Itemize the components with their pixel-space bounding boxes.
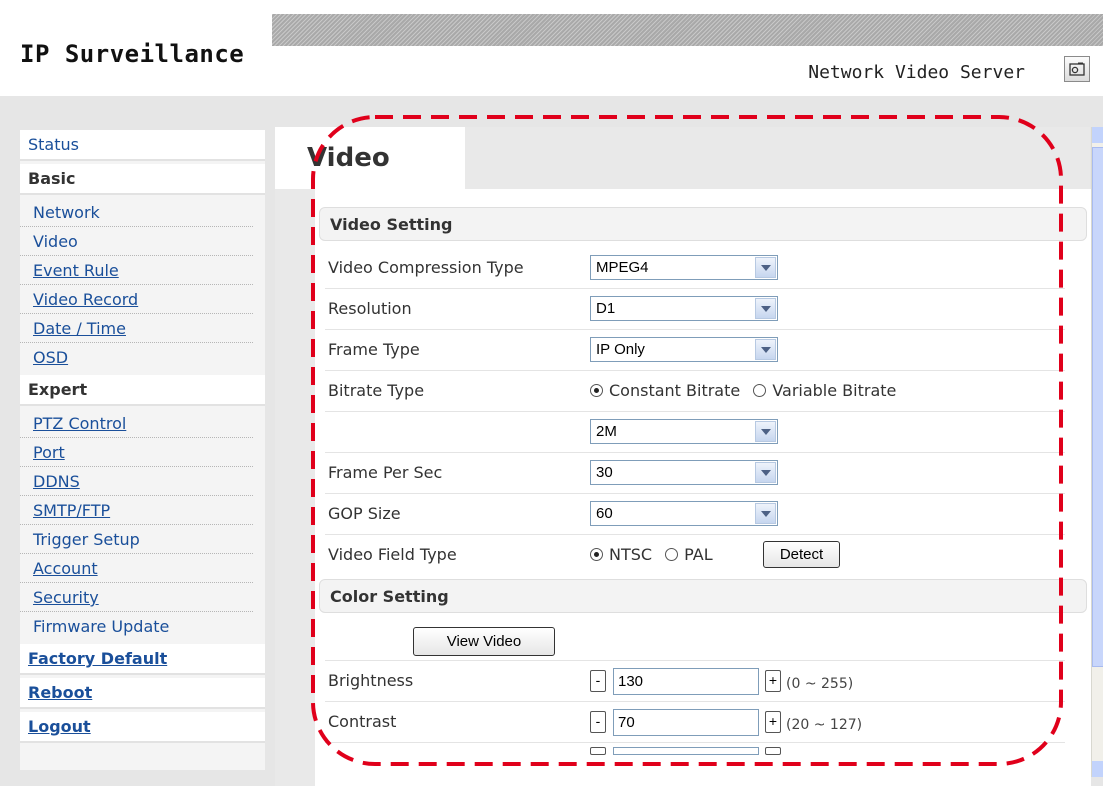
compression-row: Video Compression Type MPEG4 [325, 248, 1065, 289]
contrast-decrease-button[interactable]: - [590, 711, 606, 733]
resolution-select[interactable]: D1 [590, 296, 778, 321]
bitrate-type-radio-group: Constant Bitrate Variable Bitrate [590, 371, 896, 411]
sidebar-item-date-time[interactable]: Date / Time [20, 314, 253, 343]
page-tab: Video [275, 127, 465, 189]
sidebar-item-event-rule[interactable]: Event Rule [20, 256, 253, 285]
camera-snapshot-button[interactable] [1064, 56, 1090, 82]
sidebar-item-account[interactable]: Account [20, 554, 253, 583]
compression-value: MPEG4 [596, 259, 649, 276]
sidebar-item-video-record[interactable]: Video Record [20, 285, 253, 314]
gop-row: GOP Size 60 [325, 494, 1065, 535]
scroll-thumb[interactable] [1092, 147, 1103, 667]
contrast-label: Contrast [328, 712, 397, 731]
bitrate-value-row: 2M [325, 412, 1065, 453]
sidebar-item-factory-default[interactable]: Factory Default [20, 644, 265, 675]
view-video-button[interactable]: View Video [413, 627, 555, 656]
chevron-down-icon[interactable] [755, 503, 776, 524]
contrast-input[interactable]: 70 [613, 709, 759, 736]
sidebar-item-osd[interactable]: OSD [20, 343, 253, 372]
scroll-down-icon[interactable] [1092, 761, 1103, 777]
chevron-down-icon[interactable] [755, 257, 776, 278]
page-scrollbar[interactable] [1091, 127, 1103, 777]
partial-decrease-button[interactable] [590, 747, 606, 755]
settings-panel: Video Setting Video Compression Type MPE… [315, 189, 1091, 789]
fps-value: 30 [596, 464, 613, 481]
ntsc-label: NTSC [609, 545, 653, 564]
bitrate-value: 2M [596, 423, 617, 440]
page-title: Video [307, 143, 390, 173]
view-video-row: View Video [325, 620, 1065, 661]
sidebar-item-trigger-setup[interactable]: Trigger Setup [20, 525, 253, 554]
frame-type-label: Frame Type [328, 340, 420, 359]
brand-title: IP Surveillance [20, 40, 245, 68]
partial-input[interactable] [613, 747, 759, 755]
sidebar-item-ptz-control[interactable]: PTZ Control [20, 409, 253, 438]
pal-label: PAL [684, 545, 713, 564]
compression-label: Video Compression Type [328, 258, 524, 277]
partial-increase-button[interactable] [765, 747, 781, 755]
brightness-increase-button[interactable]: + [765, 670, 781, 692]
sidebar-item-ddns[interactable]: DDNS [20, 467, 253, 496]
bitrate-constant-label: Constant Bitrate [609, 381, 741, 400]
resolution-value: D1 [596, 300, 616, 317]
brightness-range: (0 ~ 255) [786, 676, 854, 692]
field-type-row: Video Field Type NTSC PAL Detect [325, 535, 1065, 575]
bitrate-type-label: Bitrate Type [328, 381, 425, 400]
brightness-label: Brightness [328, 671, 414, 690]
sidebar-item-firmware-update[interactable]: Firmware Update [20, 612, 253, 641]
sidebar-section-basic[interactable]: Basic [20, 164, 265, 195]
frame-type-value: IP Only [596, 341, 645, 358]
gop-value: 60 [596, 505, 613, 522]
gop-select[interactable]: 60 [590, 501, 778, 526]
fps-label: Frame Per Sec [328, 463, 443, 482]
bitrate-select[interactable]: 2M [590, 419, 778, 444]
sidebar-section-expert[interactable]: Expert [20, 375, 265, 406]
product-name: Network Video Server [808, 62, 1025, 83]
field-type-radio-group: NTSC PAL [590, 535, 713, 575]
sidebar-item-security[interactable]: Security [20, 583, 253, 612]
sidebar-item-reboot[interactable]: Reboot [20, 678, 265, 709]
resolution-row: Resolution D1 [325, 289, 1065, 330]
sidebar-item-network[interactable]: Network [20, 198, 253, 227]
chevron-down-icon[interactable] [755, 462, 776, 483]
bitrate-constant-radio[interactable] [590, 384, 603, 397]
fps-row: Frame Per Sec 30 [325, 453, 1065, 494]
next-row-partial [325, 743, 1065, 783]
brightness-row: Brightness - 130 + (0 ~ 255) [325, 661, 1065, 702]
header-decoration [272, 14, 1103, 46]
ntsc-radio[interactable] [590, 548, 603, 561]
detect-button[interactable]: Detect [763, 541, 840, 568]
fps-select[interactable]: 30 [590, 460, 778, 485]
bitrate-type-row: Bitrate Type Constant Bitrate Variable B… [325, 371, 1065, 412]
sidebar-nav: Status Basic Network Video Event Rule Vi… [20, 130, 265, 770]
contrast-range: (20 ~ 127) [786, 717, 863, 733]
color-setting-header: Color Setting [319, 579, 1087, 613]
sidebar-item-logout[interactable]: Logout [20, 712, 265, 743]
sidebar-item-status[interactable]: Status [20, 130, 265, 161]
field-type-label: Video Field Type [328, 545, 457, 564]
resolution-label: Resolution [328, 299, 412, 318]
scroll-up-icon[interactable] [1092, 127, 1103, 143]
chevron-down-icon[interactable] [755, 339, 776, 360]
sidebar-item-smtp-ftp[interactable]: SMTP/FTP [20, 496, 253, 525]
gop-label: GOP Size [328, 504, 401, 523]
sidebar-item-video[interactable]: Video [20, 227, 253, 256]
contrast-increase-button[interactable]: + [765, 711, 781, 733]
chevron-down-icon[interactable] [755, 421, 776, 442]
brightness-input[interactable]: 130 [613, 668, 759, 695]
contrast-row: Contrast - 70 + (20 ~ 127) [325, 702, 1065, 743]
content-area: Video Video Setting Video Compression Ty… [275, 127, 1091, 789]
bitrate-variable-label: Variable Bitrate [772, 381, 897, 400]
compression-select[interactable]: MPEG4 [590, 255, 778, 280]
pal-radio[interactable] [665, 548, 679, 561]
frame-type-row: Frame Type IP Only [325, 330, 1065, 371]
chevron-down-icon[interactable] [755, 298, 776, 319]
frame-type-select[interactable]: IP Only [590, 337, 778, 362]
brightness-decrease-button[interactable]: - [590, 670, 606, 692]
camera-icon [1069, 62, 1085, 76]
video-setting-header: Video Setting [319, 207, 1087, 241]
bitrate-variable-radio[interactable] [753, 384, 767, 397]
sidebar-item-port[interactable]: Port [20, 438, 253, 467]
